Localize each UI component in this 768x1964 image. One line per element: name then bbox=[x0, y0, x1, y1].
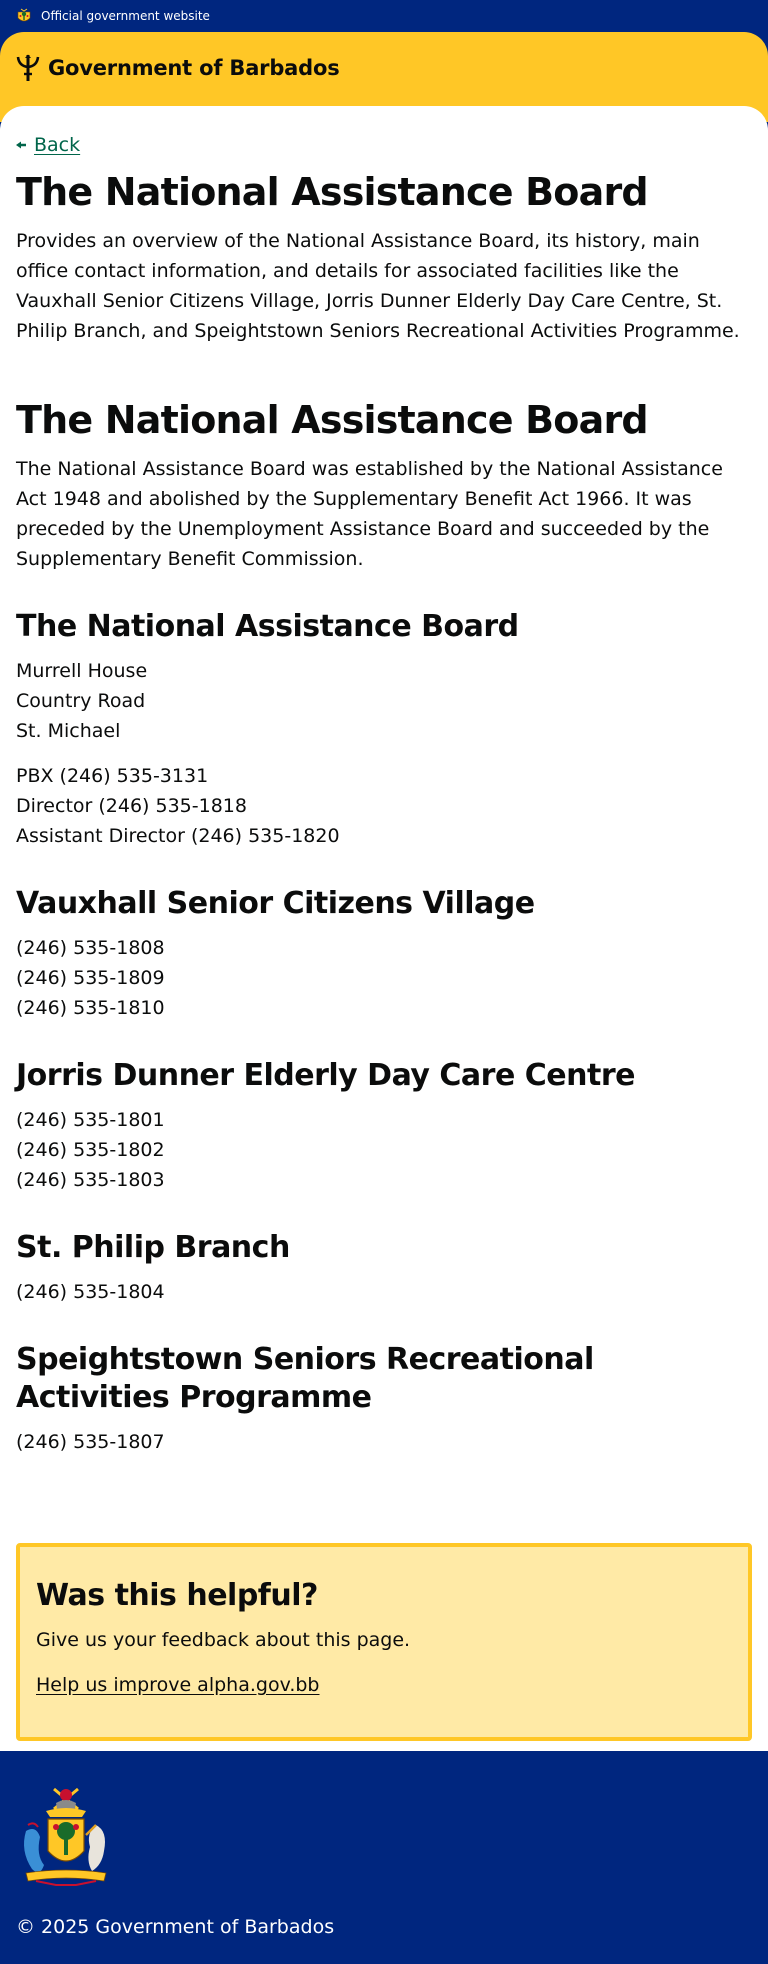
address-line: St. Michael bbox=[16, 720, 121, 742]
phone-list: (246) 535-1801 (246) 535-1802 (246) 535-… bbox=[16, 1105, 752, 1195]
section-heading: Jorris Dunner Elderly Day Care Centre bbox=[16, 1058, 635, 1093]
page-title: The National Assistance Board bbox=[16, 170, 649, 214]
phone-line: (246) 535-1804 bbox=[16, 1281, 165, 1303]
phone-line: PBX (246) 535-3131 bbox=[16, 765, 209, 787]
section-heading: St. Philip Branch bbox=[16, 1230, 290, 1265]
address-line: Country Road bbox=[16, 690, 146, 712]
barbados-coat-of-arms-icon bbox=[24, 1787, 107, 1886]
section-heading: Vauxhall Senior Citizens Village bbox=[16, 886, 535, 921]
feedback-text: Give us your feedback about this page. bbox=[36, 1629, 411, 1651]
back-link-label: Back bbox=[34, 134, 81, 156]
section-st-philip-branch: St. Philip Branch (246) 535-1804 bbox=[16, 1229, 752, 1307]
back-link[interactable]: Back bbox=[16, 130, 752, 160]
feedback-heading: Was this helpful? bbox=[36, 1578, 318, 1613]
arrow-left-icon bbox=[16, 141, 26, 149]
phone-line: (246) 535-1809 bbox=[16, 967, 165, 989]
phone-line: (246) 535-1801 bbox=[16, 1109, 165, 1131]
section-vauxhall-senior-citizens-village: Vauxhall Senior Citizens Village (246) 5… bbox=[16, 885, 752, 1023]
site-title-link[interactable]: Government of Barbados bbox=[48, 54, 340, 82]
section-speightstown-seniors-programme: Speightstown Seniors Recreational Activi… bbox=[16, 1341, 752, 1457]
phone-line: (246) 535-1807 bbox=[16, 1431, 165, 1453]
official-banner: Official government website bbox=[0, 0, 768, 32]
trident-icon bbox=[16, 54, 40, 81]
phone-line: (246) 535-1802 bbox=[16, 1139, 165, 1161]
phone-list: PBX (246) 535-3131 Director (246) 535-18… bbox=[16, 761, 752, 851]
phone-list: (246) 535-1808 (246) 535-1809 (246) 535-… bbox=[16, 933, 752, 1023]
section-jorris-dunner-day-care-centre: Jorris Dunner Elderly Day Care Centre (2… bbox=[16, 1057, 752, 1195]
address-block: Murrell House Country Road St. Michael bbox=[16, 656, 752, 746]
footer-copyright: © 2025 Government of Barbados bbox=[16, 1916, 335, 1938]
section-national-assistance-board: The National Assistance Board Murrell Ho… bbox=[16, 608, 752, 851]
address-line: Murrell House bbox=[16, 660, 148, 682]
content-heading: The National Assistance Board bbox=[16, 398, 649, 442]
phone-line: (246) 535-1808 bbox=[16, 937, 165, 959]
content-intro: The National Assistance Board was establ… bbox=[16, 458, 723, 570]
feedback-link[interactable]: Help us improve alpha.gov.bb bbox=[36, 1670, 320, 1700]
main-content: Back The National Assistance Board Provi… bbox=[0, 106, 768, 1751]
official-banner-text: Official government website bbox=[41, 9, 210, 23]
phone-line: (246) 535-1810 bbox=[16, 997, 165, 1019]
phone-list: (246) 535-1804 bbox=[16, 1277, 752, 1307]
feedback-panel: Was this helpful? Give us your feedback … bbox=[16, 1543, 752, 1741]
phone-line: Director (246) 535-1818 bbox=[16, 795, 247, 817]
page-lede: Provides an overview of the National Ass… bbox=[16, 230, 740, 342]
section-heading: Speightstown Seniors Recreational Activi… bbox=[16, 1342, 594, 1415]
phone-list: (246) 535-1807 bbox=[16, 1427, 752, 1457]
site-footer: © 2025 Government of Barbados bbox=[0, 1751, 768, 1948]
section-heading: The National Assistance Board bbox=[16, 609, 519, 644]
phone-line: (246) 535-1803 bbox=[16, 1169, 165, 1191]
phone-line: Assistant Director (246) 535-1820 bbox=[16, 825, 340, 847]
barbados-crest-icon bbox=[17, 8, 31, 22]
